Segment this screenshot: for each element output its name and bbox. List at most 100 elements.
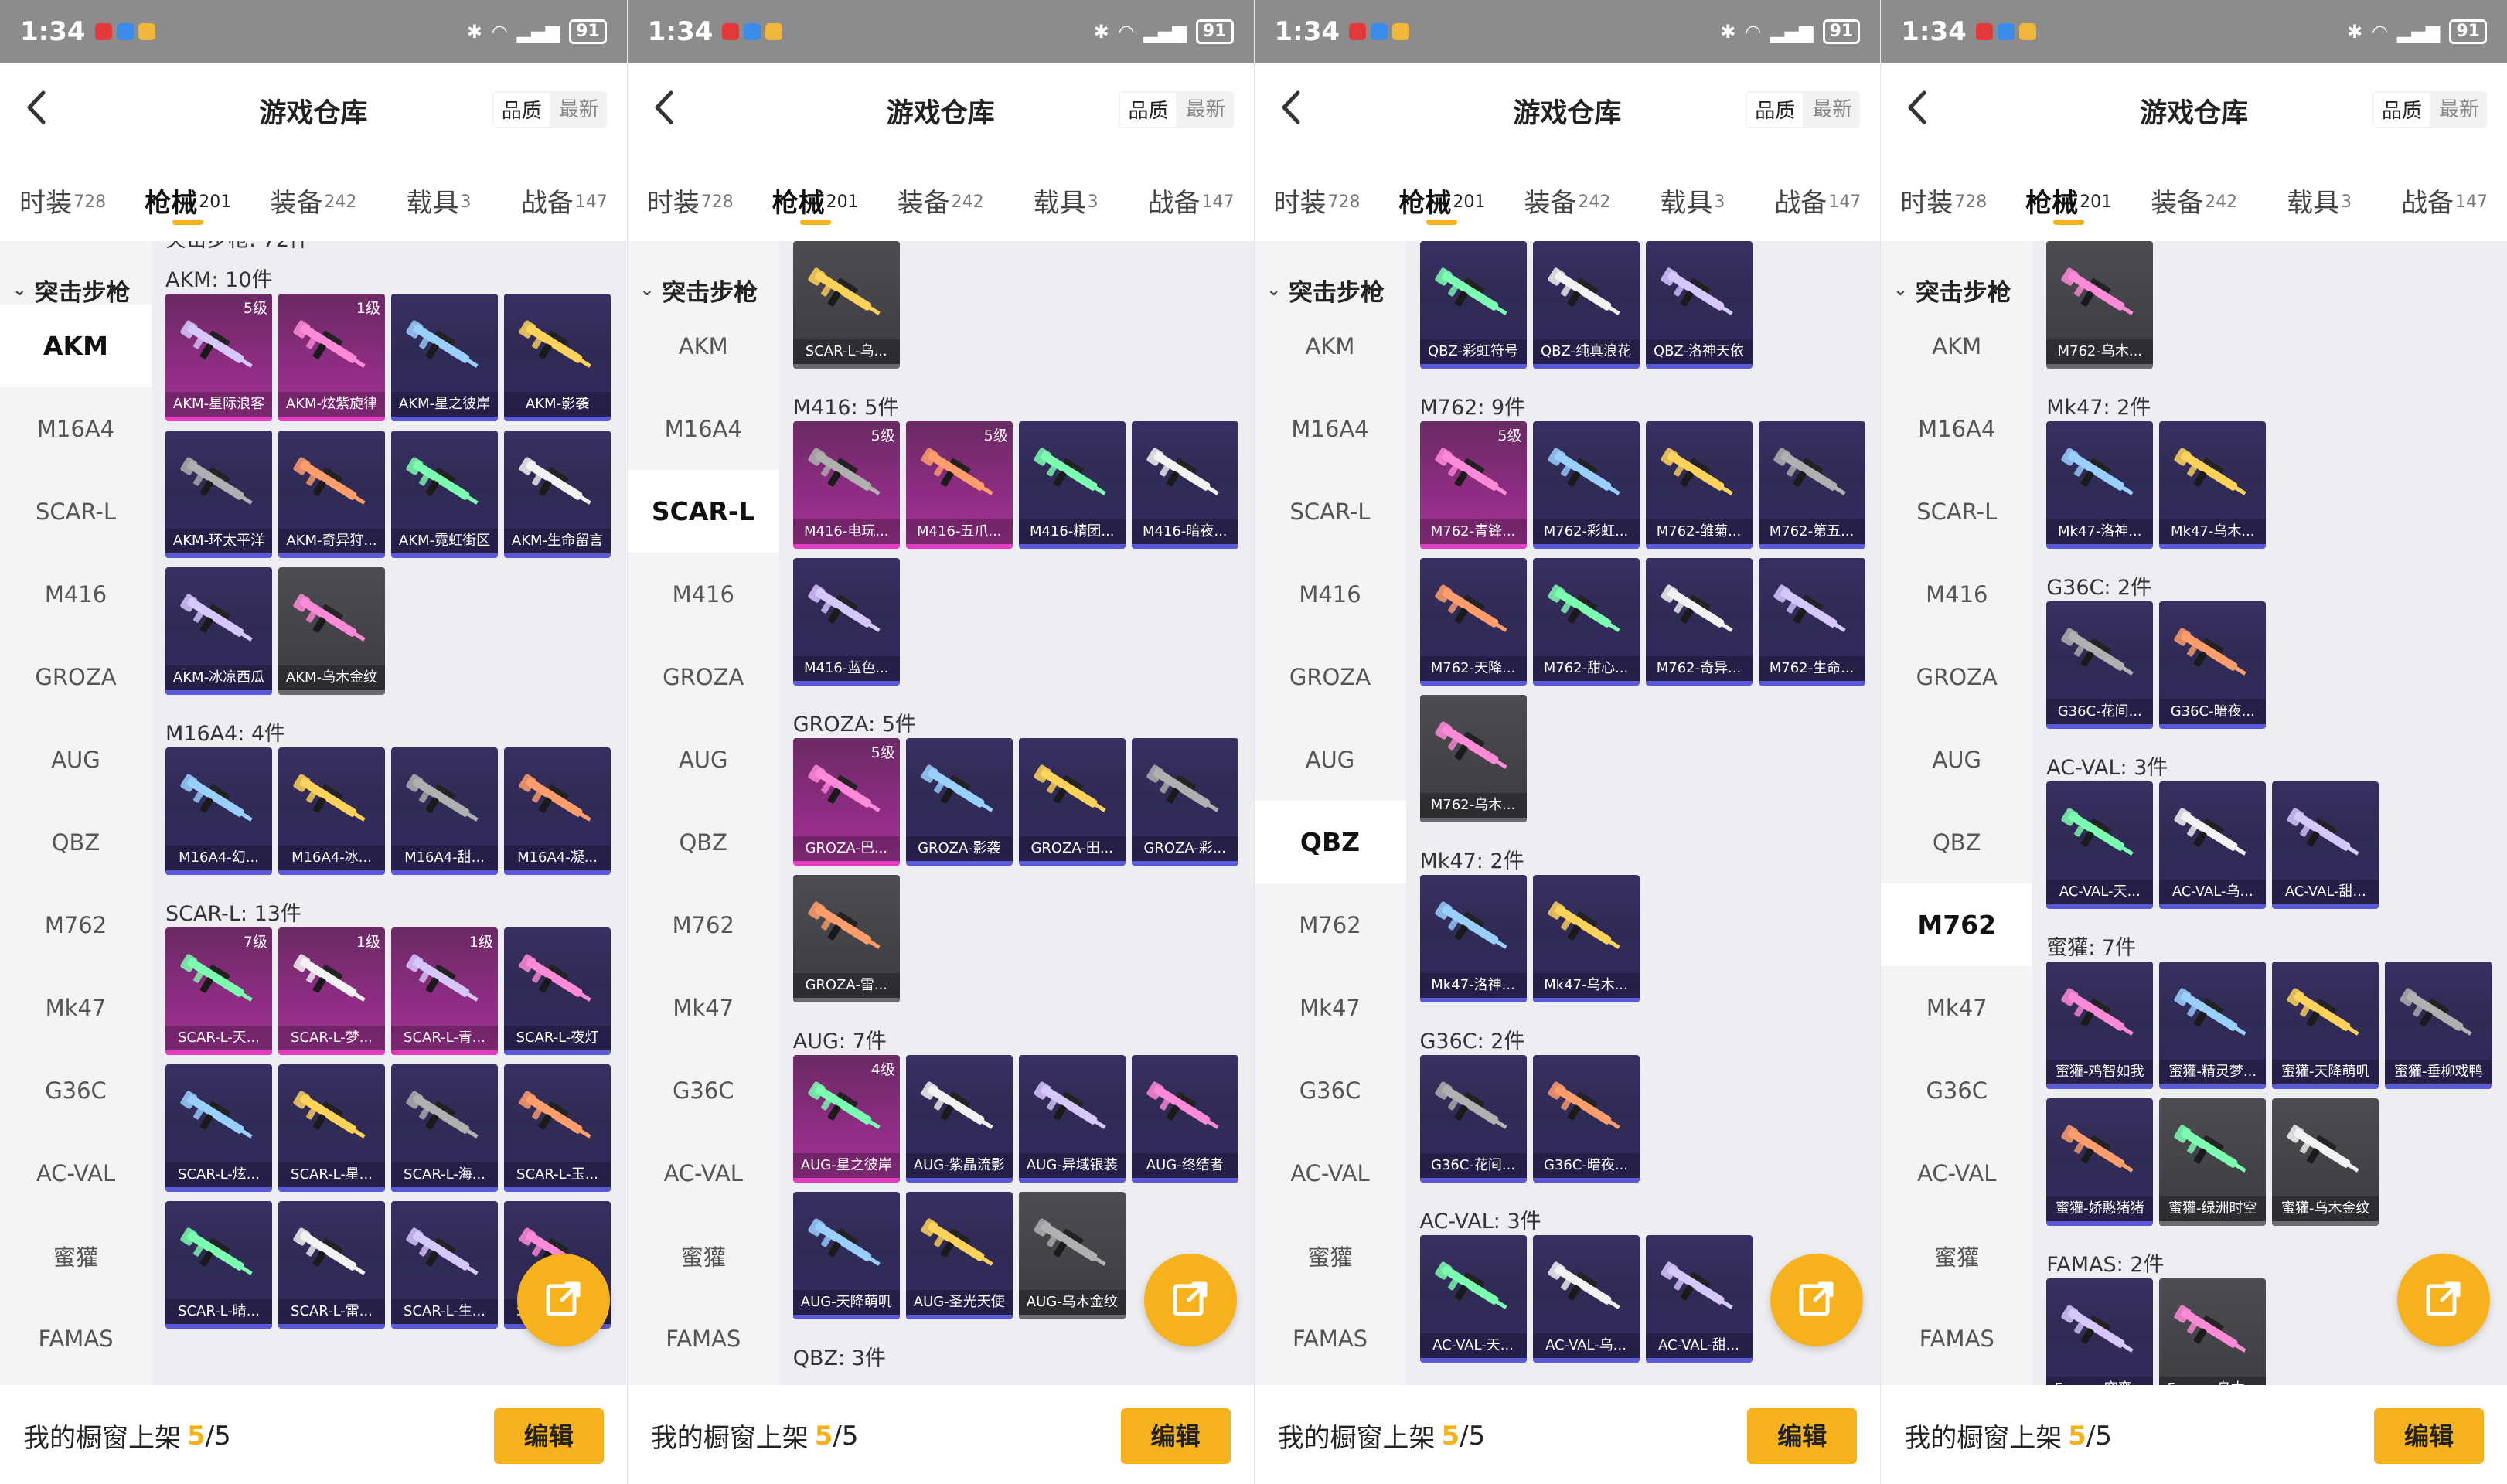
edit-button[interactable]: 编辑: [493, 1407, 604, 1464]
sidebar-item[interactable]: GROZA: [1881, 635, 2032, 718]
weapon-skin-tile[interactable]: AUG-紫晶流影: [905, 1055, 1013, 1183]
tab-1[interactable]: 时装728: [1255, 158, 1380, 236]
weapon-skin-tile[interactable]: AUG-天降萌叽: [792, 1192, 900, 1319]
weapon-skin-tile[interactable]: 蜜獾-娇憨猪猪: [2046, 1098, 2154, 1226]
weapon-skin-tile[interactable]: Mk47-洛神...: [1419, 875, 1527, 1002]
weapon-skin-list[interactable]: 突击步枪: 72件AKM: 10件5级AKM-星际浪客1级AKM-炫紫旋律AKM…: [152, 241, 626, 1385]
sidebar-item[interactable]: G36C: [1881, 1049, 2032, 1132]
weapon-skin-tile[interactable]: Mk47-乌木...: [2159, 421, 2267, 549]
tab-4[interactable]: 载具3: [376, 158, 501, 236]
sidebar-item[interactable]: M16A4: [0, 387, 152, 470]
weapon-skin-tile[interactable]: 5级 GROZA-巴...: [792, 738, 900, 866]
weapon-skin-tile[interactable]: M762-彩虹...: [1532, 421, 1640, 549]
tab-3[interactable]: 装备242: [250, 158, 376, 236]
sidebar-item[interactable]: SCAR-L: [1255, 470, 1406, 553]
weapon-skin-tile[interactable]: 蜜獾-精灵梦...: [2159, 962, 2267, 1089]
sidebar-item[interactable]: AKM: [1881, 305, 2032, 387]
sidebar-item[interactable]: 蜜獾: [0, 1214, 152, 1297]
sidebar-item[interactable]: QBZ: [1881, 801, 2032, 883]
tab-2[interactable]: 枪械201: [125, 158, 250, 236]
weapon-skin-tile[interactable]: 5级 AKM-星际浪客: [165, 294, 272, 421]
weapon-skin-tile[interactable]: GROZA-雷...: [792, 875, 900, 1002]
weapon-skin-tile[interactable]: 蜜獾-乌木金纹: [2272, 1098, 2379, 1226]
weapon-skin-tile[interactable]: 5级 M416-电玩...: [792, 421, 900, 549]
weapon-skin-tile[interactable]: AUG-异域银装: [1018, 1055, 1126, 1183]
sidebar-item[interactable]: FAMAS: [1255, 1297, 1406, 1380]
weapon-skin-tile[interactable]: AC-VAL-甜...: [1645, 1235, 1753, 1363]
tab-5[interactable]: 战备147: [1129, 158, 1254, 236]
share-button[interactable]: [1770, 1254, 1864, 1346]
weapon-skin-tile[interactable]: SCAR-L-雷...: [278, 1201, 385, 1329]
sort-quality-button[interactable]: 品质: [2372, 91, 2431, 128]
weapon-skin-tile[interactable]: AKM-影袭: [504, 294, 611, 421]
weapon-skin-tile[interactable]: M762-第五...: [1758, 421, 1865, 549]
sidebar-item[interactable]: AC-VAL: [0, 1132, 152, 1214]
sidebar-item[interactable]: Mk47: [1255, 966, 1406, 1049]
back-button[interactable]: [1272, 90, 1310, 128]
sidebar-item[interactable]: M416: [1881, 553, 2032, 635]
back-button[interactable]: [17, 90, 56, 128]
weapon-skin-tile[interactable]: SCAR-L-晴...: [165, 1201, 272, 1329]
weapon-skin-tile[interactable]: AKM-星之彼岸: [391, 294, 498, 421]
sort-quality-button[interactable]: 品质: [1119, 91, 1178, 128]
sidebar-item[interactable]: G36C: [1255, 1049, 1406, 1132]
sidebar-item[interactable]: AC-VAL: [1255, 1132, 1406, 1214]
weapon-skin-tile[interactable]: 1级 SCAR-L-梦...: [278, 928, 385, 1055]
sort-latest-button[interactable]: 最新: [1804, 91, 1860, 128]
tab-1[interactable]: 时装728: [628, 158, 753, 236]
edit-button[interactable]: 编辑: [1747, 1407, 1858, 1464]
sort-latest-button[interactable]: 最新: [2431, 91, 2487, 128]
weapon-skin-tile[interactable]: 5级 M416-五爪...: [905, 421, 1013, 549]
weapon-skin-tile[interactable]: 蜜獾-绿洲时空: [2159, 1098, 2267, 1226]
weapon-skin-tile[interactable]: AUG-终结者: [1131, 1055, 1238, 1183]
weapon-skin-tile[interactable]: AKM-霓虹街区: [391, 431, 498, 558]
weapon-skin-tile[interactable]: M762-生命...: [1758, 558, 1865, 686]
weapon-skin-tile[interactable]: AC-VAL-天...: [2046, 781, 2154, 909]
weapon-skin-tile[interactable]: SCAR-L-海...: [391, 1064, 498, 1192]
weapon-skin-tile[interactable]: M762-甜心...: [1532, 558, 1640, 686]
weapon-skin-tile[interactable]: AKM-生命留言: [504, 431, 611, 558]
sidebar-item[interactable]: GROZA: [1255, 635, 1406, 718]
tab-2[interactable]: 枪械201: [1379, 158, 1504, 236]
sidebar-item[interactable]: AUG: [0, 718, 152, 801]
weapon-skin-tile[interactable]: SCAR-L-乌...: [792, 241, 900, 369]
weapon-skin-tile[interactable]: QBZ-彩虹符号: [1419, 241, 1527, 369]
tab-3[interactable]: 装备242: [878, 158, 1003, 236]
weapon-skin-list[interactable]: SCAR-L-乌... M416: 5件 5级 M416-电玩... 5级 M416-五爪…: [778, 241, 1254, 1385]
tab-4[interactable]: 载具3: [2257, 158, 2382, 236]
weapon-skin-tile[interactable]: M762-雏菊...: [1645, 421, 1753, 549]
sidebar-item[interactable]: FAMAS: [1881, 1297, 2032, 1380]
sidebar-item[interactable]: M762: [1881, 883, 2033, 966]
weapon-skin-tile[interactable]: AC-VAL-乌...: [2159, 781, 2267, 909]
weapon-skin-tile[interactable]: 蜜獾-鸡智如我: [2046, 962, 2154, 1089]
weapon-skin-tile[interactable]: AKM-乌木金纹: [278, 567, 385, 695]
tab-1[interactable]: 时装728: [0, 158, 125, 236]
weapon-skin-tile[interactable]: G36C-暗夜...: [1532, 1055, 1640, 1183]
tab-2[interactable]: 枪械201: [2006, 158, 2131, 236]
back-button[interactable]: [1898, 90, 1936, 128]
tab-4[interactable]: 载具3: [1003, 158, 1129, 236]
sidebar-item[interactable]: M762: [628, 883, 779, 966]
weapon-skin-list[interactable]: QBZ-彩虹符号 QBZ-纯真浪花 QBZ-洛神天依 M762: 9件 5级 M762-青…: [1405, 241, 1881, 1385]
weapon-skin-tile[interactable]: M16A4-幻...: [165, 747, 272, 875]
weapon-skin-tile[interactable]: AKM-奇异狩...: [278, 431, 385, 558]
sidebar-item[interactable]: SCAR-L: [1881, 470, 2032, 553]
tab-5[interactable]: 战备147: [2382, 158, 2507, 236]
weapon-skin-tile[interactable]: M416-精团...: [1018, 421, 1126, 549]
sidebar-item[interactable]: AKM: [0, 305, 152, 387]
weapon-skin-tile[interactable]: AKM-环太平洋: [165, 431, 272, 558]
weapon-skin-tile[interactable]: M762-天降...: [1419, 558, 1527, 686]
sort-latest-button[interactable]: 最新: [1177, 91, 1233, 128]
sidebar-item[interactable]: QBZ: [628, 801, 779, 883]
sidebar-item[interactable]: SCAR-L: [627, 470, 779, 553]
sidebar-item[interactable]: QBZ: [1254, 801, 1406, 883]
weapon-skin-tile[interactable]: AC-VAL-甜...: [2272, 781, 2379, 909]
edit-button[interactable]: 编辑: [1120, 1407, 1231, 1464]
sidebar-item[interactable]: SCAR-L: [0, 470, 152, 553]
sidebar-item[interactable]: 蜜獾: [1881, 1214, 2032, 1297]
weapon-skin-tile[interactable]: 蜜獾-天降萌叽: [2272, 962, 2379, 1089]
weapon-skin-tile[interactable]: M762-乌木...: [2046, 241, 2154, 369]
weapon-skin-tile[interactable]: SCAR-L-星...: [278, 1064, 385, 1192]
weapon-skin-tile[interactable]: GROZA-田...: [1018, 738, 1126, 866]
sidebar-item[interactable]: Mk47: [0, 966, 152, 1049]
